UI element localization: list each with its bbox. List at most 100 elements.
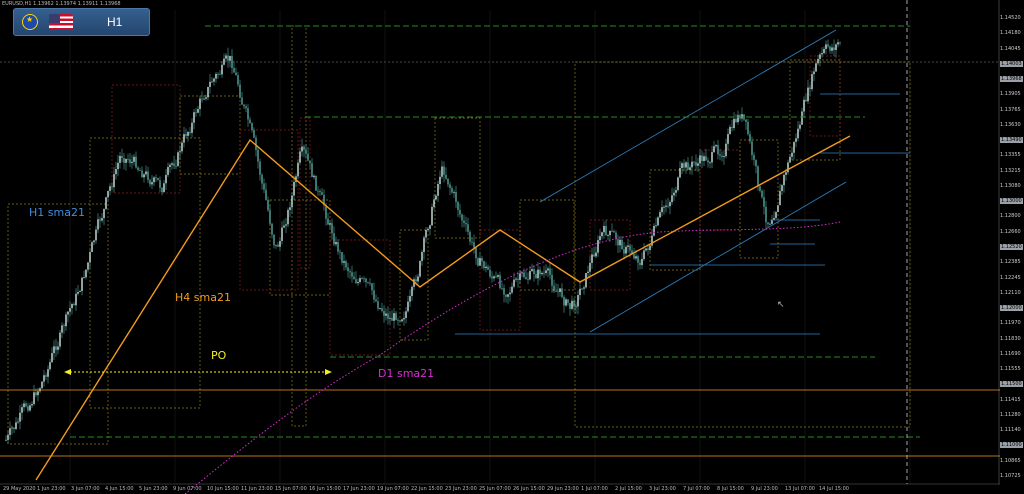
candle-body bbox=[293, 181, 295, 196]
symbol-timeframe-badge[interactable]: H1 bbox=[13, 8, 150, 36]
candle-body bbox=[721, 155, 723, 158]
candle-body bbox=[751, 141, 753, 156]
candle-body bbox=[185, 134, 187, 136]
candle-body bbox=[275, 244, 277, 246]
d1-sma21-line[interactable] bbox=[184, 221, 841, 494]
price-axis-label: 1.14180 bbox=[1000, 30, 1021, 37]
candle-body bbox=[115, 169, 117, 175]
channel-upper-line[interactable] bbox=[539, 29, 837, 203]
candle-body bbox=[51, 353, 53, 363]
candle-body bbox=[161, 187, 163, 193]
candle-body bbox=[287, 209, 289, 225]
candle-body bbox=[181, 142, 183, 152]
candle-body bbox=[49, 362, 51, 370]
candle-body bbox=[521, 272, 523, 274]
candle-body bbox=[665, 205, 667, 207]
candle-body bbox=[553, 285, 555, 292]
candle-body bbox=[725, 143, 727, 157]
candle-body bbox=[769, 223, 771, 225]
candle-body bbox=[123, 158, 125, 163]
candle-body bbox=[81, 277, 83, 292]
candle-body bbox=[199, 98, 201, 110]
price-axis-label: 1.12110 bbox=[1000, 289, 1021, 296]
candle-body bbox=[257, 149, 259, 162]
candle-body bbox=[41, 381, 43, 389]
candle-body bbox=[281, 227, 283, 241]
candle-body bbox=[77, 291, 79, 294]
mouse-cursor-icon: ↖ bbox=[777, 300, 785, 310]
candle-body bbox=[59, 332, 61, 347]
candle-body bbox=[345, 261, 347, 268]
candle-body bbox=[445, 174, 447, 179]
candle-body bbox=[557, 291, 559, 293]
candle-body bbox=[465, 222, 467, 225]
candle-body bbox=[805, 99, 807, 102]
candle-body bbox=[373, 290, 375, 300]
candle-body bbox=[207, 86, 209, 98]
candle-body bbox=[61, 325, 63, 333]
candle-body bbox=[403, 318, 405, 320]
candle-body bbox=[327, 218, 329, 225]
candle-body bbox=[745, 119, 747, 122]
candle-body bbox=[289, 207, 291, 210]
candle-body bbox=[537, 269, 539, 279]
candle-body bbox=[321, 192, 323, 195]
time-axis-label: 3 Jul 23:00 bbox=[649, 486, 676, 492]
price-axis-label: 1.13968 bbox=[1000, 76, 1023, 83]
candle-body bbox=[603, 225, 605, 233]
candle-body bbox=[609, 230, 611, 236]
candle-body bbox=[385, 313, 387, 316]
fractal-box bbox=[699, 149, 741, 231]
fractal-box bbox=[179, 95, 241, 175]
candle-body bbox=[25, 403, 27, 407]
candle-body bbox=[567, 299, 569, 304]
candle-body bbox=[533, 269, 535, 275]
candle-body bbox=[543, 272, 545, 274]
candle-body bbox=[195, 112, 197, 114]
candle-body bbox=[167, 166, 169, 175]
time-axis-label: 4 Jun 15:00 bbox=[105, 486, 134, 492]
candle-body bbox=[517, 278, 519, 280]
candle-body bbox=[397, 320, 399, 321]
candle-body bbox=[103, 208, 105, 219]
candle-body bbox=[715, 145, 717, 147]
candle-body bbox=[597, 240, 599, 253]
candle-body bbox=[689, 167, 691, 170]
candle-body bbox=[671, 195, 673, 203]
candle-body bbox=[369, 282, 371, 284]
candle-body bbox=[787, 162, 789, 173]
candle-body bbox=[431, 206, 433, 226]
channel-lower-line[interactable] bbox=[589, 181, 847, 333]
candle-body bbox=[577, 295, 579, 307]
candle-body bbox=[531, 269, 533, 272]
candle-body bbox=[541, 272, 543, 275]
candle-body bbox=[573, 300, 575, 307]
price-chart-canvas[interactable] bbox=[0, 0, 1024, 494]
price-axis-label: 1.11000 bbox=[1000, 442, 1023, 449]
candle-body bbox=[303, 146, 305, 150]
candle-body bbox=[359, 278, 361, 283]
price-axis-label: 1.11970 bbox=[1000, 320, 1021, 327]
candle-body bbox=[819, 54, 821, 59]
time-axis-label: 16 Jun 15:00 bbox=[309, 486, 341, 492]
candle-body bbox=[733, 118, 735, 129]
h4-trend-zigzag[interactable] bbox=[35, 135, 851, 481]
candle-body bbox=[19, 412, 21, 422]
time-axis-label: 29 May 2020 bbox=[3, 486, 36, 492]
candle-body bbox=[717, 145, 719, 155]
candle-body bbox=[205, 97, 207, 99]
candle-body bbox=[339, 251, 341, 253]
candle-body bbox=[143, 174, 145, 178]
candle-body bbox=[683, 163, 685, 168]
candle-body bbox=[27, 406, 29, 411]
candle-body bbox=[709, 162, 711, 164]
candle-body bbox=[209, 81, 211, 87]
fractal-box bbox=[299, 117, 311, 269]
candle-body bbox=[821, 53, 823, 55]
time-axis-label: 1 Jun 23:00 bbox=[37, 486, 66, 492]
candle-body bbox=[685, 162, 687, 168]
candle-body bbox=[593, 254, 595, 257]
candle-body bbox=[581, 288, 583, 290]
candle-body bbox=[157, 177, 159, 181]
candle-body bbox=[361, 278, 363, 279]
